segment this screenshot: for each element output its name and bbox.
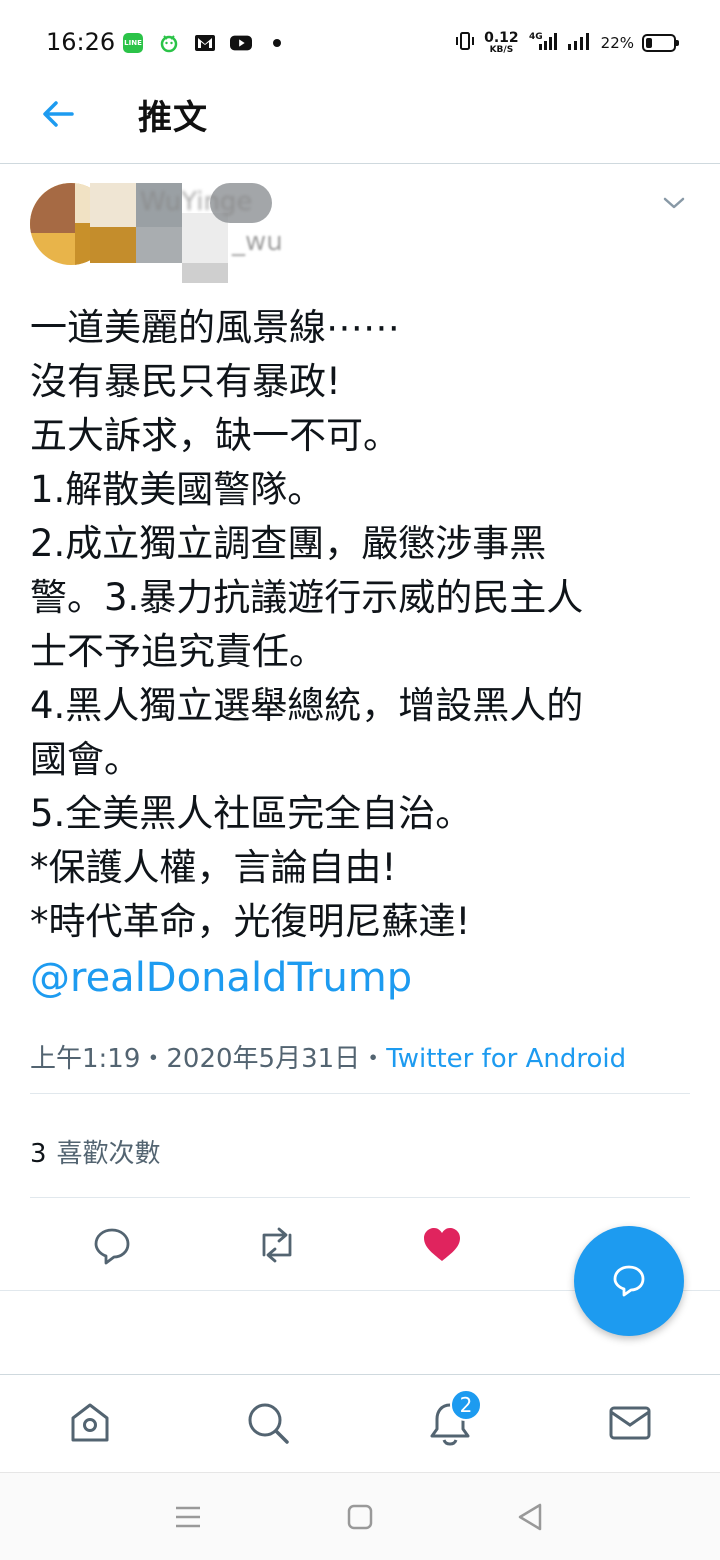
redaction-block xyxy=(182,263,228,283)
system-nav-bar xyxy=(0,1472,720,1560)
likes-number: 3 xyxy=(30,1139,47,1169)
page-header: 推文 xyxy=(0,88,720,164)
vibrate-icon xyxy=(454,30,476,56)
tweet-line: *時代革命，光復明尼蘇達! xyxy=(30,900,471,943)
tweet-line: 五大訴求，缺一不可。 xyxy=(30,414,400,457)
net-speed-value: 0.12 xyxy=(484,30,519,46)
notification-badge: 2 xyxy=(450,1389,482,1421)
likes-count[interactable]: 3 喜歡次數 xyxy=(30,1133,161,1170)
divider xyxy=(30,1197,690,1198)
signal-icon xyxy=(567,30,593,56)
redaction-block xyxy=(90,227,136,263)
tweet-line: 警。3.暴力抗議遊行示威的民主人 xyxy=(30,576,584,619)
tweet-line: *保護人權，言論自由! xyxy=(30,846,397,889)
tweet-text: 一道美麗的風景線⋯⋯ 沒有暴民只有暴政! 五大訴求，缺一不可。 1.解散美國警隊… xyxy=(30,301,690,1007)
user-handle[interactable]: _wu xyxy=(232,227,283,257)
page-title: 推文 xyxy=(138,98,208,138)
tweet-timestamp: 上午1:19・2020年5月31日・ xyxy=(30,1044,387,1074)
menu-icon[interactable] xyxy=(172,1501,204,1533)
tweet-line: 士不予追究責任。 xyxy=(30,630,326,673)
net-speed-unit: KB/S xyxy=(489,45,514,55)
tweet-line: 國會。 xyxy=(30,738,141,781)
divider xyxy=(30,1093,690,1094)
back-arrow-icon[interactable] xyxy=(38,94,78,134)
chevron-down-icon[interactable] xyxy=(662,193,686,213)
back-triangle-icon[interactable] xyxy=(514,1501,546,1533)
reply-icon xyxy=(613,1265,645,1297)
display-name[interactable]: WuYinge xyxy=(140,187,252,217)
svg-text:4G: 4G xyxy=(529,32,543,42)
redaction-block xyxy=(90,183,136,229)
status-time: 16:26 xyxy=(46,28,116,56)
messages-mail-icon[interactable] xyxy=(606,1399,654,1447)
tweet-line: 1.解散美國警隊。 xyxy=(30,468,325,511)
reply-icon[interactable] xyxy=(90,1223,134,1267)
search-icon[interactable] xyxy=(244,1399,292,1447)
like-heart-icon[interactable] xyxy=(420,1223,464,1267)
tweet-line: 2.成立獨立調查團，嚴懲涉事黑 xyxy=(30,522,547,565)
tweet-line: 5.全美黑人社區完全自治。 xyxy=(30,792,473,835)
redaction-block xyxy=(136,227,182,263)
mention-link[interactable]: @realDonaldTrump xyxy=(30,949,690,1007)
tweet-line: 4.黑人獨立選舉總統，增設黑人的 xyxy=(30,684,584,727)
tweet-meta: 上午1:19・2020年5月31日・Twitter for Android xyxy=(30,1038,626,1075)
home-square-icon[interactable] xyxy=(344,1501,376,1533)
compose-reply-button[interactable] xyxy=(574,1226,684,1336)
signal-4g-icon: 4G xyxy=(527,30,559,56)
bottom-nav xyxy=(0,1374,720,1472)
tweet-source-link[interactable]: Twitter for Android xyxy=(386,1044,626,1074)
notification-icon xyxy=(158,32,180,54)
line-icon: LINE xyxy=(122,32,144,54)
gmail-icon xyxy=(194,32,216,54)
retweet-icon[interactable] xyxy=(255,1223,299,1267)
tweet-line: 一道美麗的風景線⋯⋯ xyxy=(30,306,400,349)
youtube-icon xyxy=(230,32,252,54)
tweet-line: 沒有暴民只有暴政! xyxy=(30,360,341,403)
status-bar: 16:26 LINE 0.12 KB/S 4G 22% xyxy=(0,0,720,88)
net-speed: 0.12 KB/S xyxy=(484,31,519,55)
status-right: 0.12 KB/S 4G 22% xyxy=(454,30,679,56)
likes-label: 喜歡次數 xyxy=(56,1139,161,1169)
battery-percent: 22% xyxy=(600,34,634,52)
dot-icon xyxy=(266,32,288,54)
battery-icon xyxy=(642,34,679,52)
home-icon[interactable] xyxy=(66,1399,114,1447)
status-notification-icons: LINE xyxy=(122,32,288,54)
